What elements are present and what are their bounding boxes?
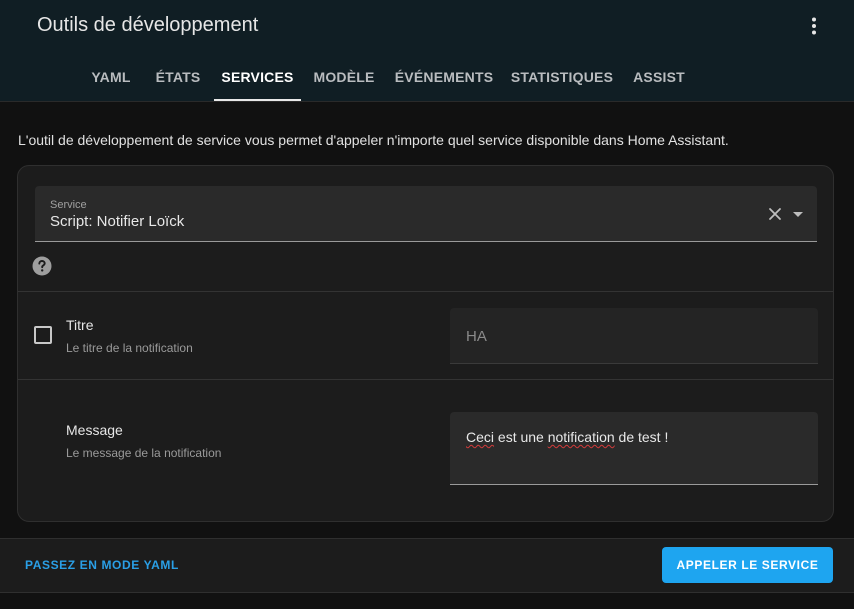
call-service-button[interactable]: APPELER LE SERVICE (662, 547, 833, 583)
tab-etats[interactable]: ÉTATS (144, 52, 212, 101)
page-title: Outils de développement (37, 14, 259, 36)
service-help-button[interactable] (32, 256, 52, 276)
tab-statistiques[interactable]: STATISTIQUES (504, 52, 620, 101)
services-description: L'outil de développement de service vous… (18, 132, 729, 148)
message-input[interactable]: Ceci est une notification de test ! (450, 412, 818, 485)
divider (18, 291, 833, 292)
titre-input[interactable]: HA (450, 308, 818, 364)
spellcheck-word: Ceci (466, 429, 495, 445)
service-select-value: Script: Notifier Loïck (50, 213, 185, 230)
titre-field-description: Le titre de la notification (66, 341, 193, 355)
tab-modele[interactable]: MODÈLE (304, 52, 384, 101)
help-circle-icon (32, 256, 52, 276)
tab-assist[interactable]: ASSIST (623, 52, 695, 101)
tab-services[interactable]: SERVICES (214, 52, 301, 101)
tab-yaml[interactable]: YAML (81, 52, 141, 101)
titre-enable-checkbox[interactable] (34, 326, 52, 344)
overflow-menu-button[interactable] (802, 14, 826, 38)
caret-down-icon (793, 212, 803, 217)
top-app-bar: Outils de développement YAML ÉTATS SERVI… (0, 0, 854, 102)
message-text: est une (494, 429, 548, 445)
spellcheck-word: notification (547, 429, 615, 445)
yaml-mode-button[interactable]: PASSEZ EN MODE YAML (25, 558, 179, 572)
message-field-description: Le message de la notification (66, 446, 222, 460)
message-field-name: Message (66, 422, 123, 438)
service-select-label: Service (50, 199, 87, 211)
message-text: de test ! (614, 429, 669, 445)
more-vert-icon (812, 17, 816, 35)
titre-field-name: Titre (66, 317, 94, 333)
card-actions: PASSEZ EN MODE YAML APPELER LE SERVICE (0, 538, 854, 593)
service-call-card: Service Script: Notifier Loïck Titre Le … (17, 165, 834, 522)
tab-evenements[interactable]: ÉVÉNEMENTS (387, 52, 501, 101)
titre-input-placeholder: HA (466, 328, 487, 345)
divider (18, 379, 833, 380)
message-input-value: Ceci est une notification de test ! (466, 429, 668, 445)
tab-bar: YAML ÉTATS SERVICES MODÈLE ÉVÉNEMENTS ST… (0, 52, 854, 101)
service-dropdown-button[interactable] (791, 208, 805, 220)
service-select[interactable]: Service Script: Notifier Loïck (35, 186, 817, 242)
clear-service-button[interactable] (767, 206, 783, 222)
close-icon (769, 208, 781, 220)
